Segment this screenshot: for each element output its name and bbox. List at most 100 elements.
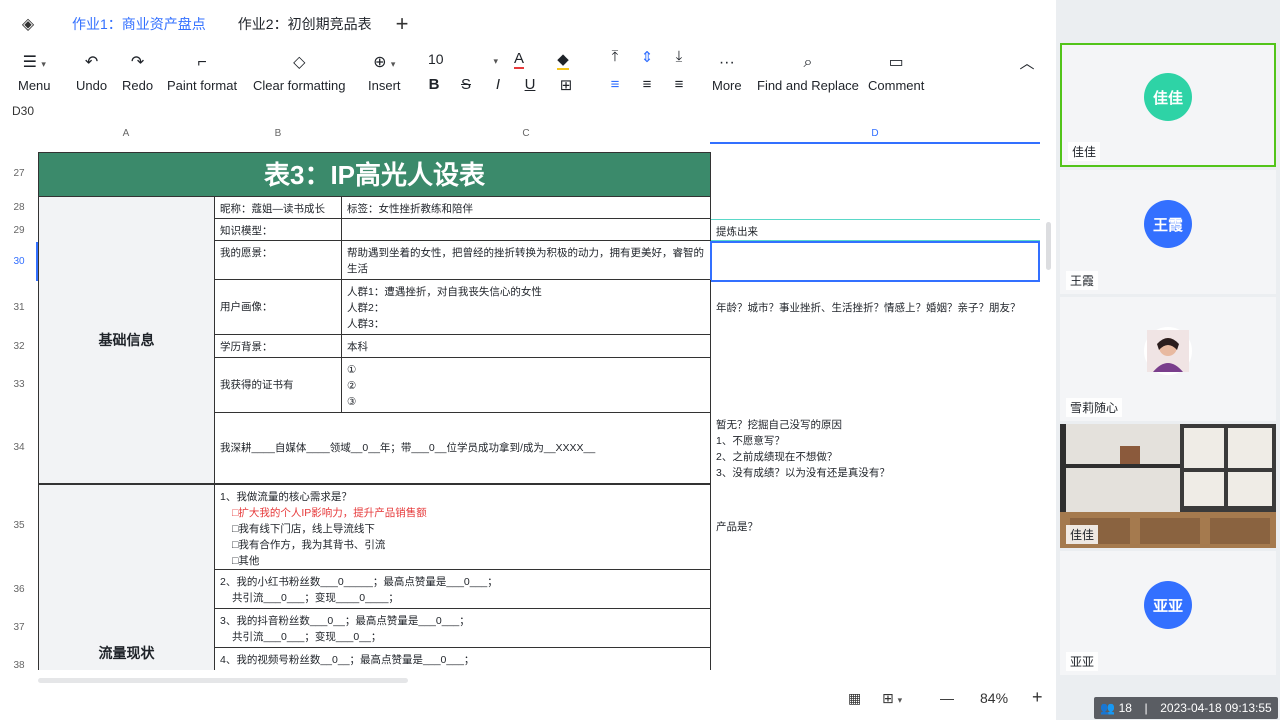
column-d-header[interactable]: D <box>710 128 1040 139</box>
participant-tile-video[interactable]: 佳佳 <box>1060 424 1276 548</box>
cell-knowledge-model-value[interactable] <box>342 219 711 241</box>
grid-view-icon[interactable]: ▦ <box>848 690 861 707</box>
tab-sheet-2[interactable]: 作业2：初创期竞品表 <box>222 0 388 48</box>
row-number[interactable]: 36 <box>0 584 38 595</box>
align-top-icon[interactable]: ⤒ <box>605 48 625 65</box>
undo-icon: ↶ <box>84 54 99 71</box>
cell-edu-label[interactable]: 学历背景： <box>215 335 342 358</box>
video-account-line-1: 4、我的视频号粉丝数__0__；最高点赞量是___0___； <box>220 654 475 666</box>
cell-reference[interactable]: D30 <box>12 104 34 118</box>
row-number[interactable]: 31 <box>0 302 38 313</box>
column-header: A B C D <box>0 126 1040 144</box>
row-number[interactable]: 33 <box>0 379 38 390</box>
add-sheet-icon[interactable]: + <box>388 11 417 37</box>
cell-deep-note[interactable]: 暂无？挖掘自己没写的原因 1、不愿意写？ 2、之前成绩现在不想做？ 3、没有成绩… <box>711 413 1040 484</box>
sheet-tab-bar: ◈ 作业1：商业资产盘点 作业2：初创期竞品表 + <box>0 0 1056 48</box>
align-center-icon[interactable]: ≡ <box>637 76 657 93</box>
cell-nickname[interactable]: 昵称：蔻姐—读书成长 <box>215 197 342 219</box>
redo-button[interactable]: ↷ Redo <box>122 52 153 93</box>
align-left-icon[interactable]: ≡ <box>605 76 625 93</box>
paint-format-button[interactable]: ⌐ Paint format <box>167 52 237 93</box>
font-size-select[interactable]: 10 ▾ <box>428 51 498 67</box>
persona-2: 人群2： <box>347 302 385 314</box>
cell-product-note[interactable]: 产品是？ <box>711 484 1040 570</box>
cell-refine-note[interactable]: 提炼出来 <box>711 219 1040 241</box>
participant-tile[interactable]: 佳佳 佳佳 <box>1060 43 1276 167</box>
more-icon: ··· <box>718 54 735 71</box>
find-replace-icon: ⌕ <box>803 54 813 71</box>
underline-icon[interactable]: U <box>520 76 540 93</box>
cell-douyin[interactable]: 3、我的抖音粉丝数___0__；最高点赞量是___0___； 共引流___0__… <box>215 609 711 648</box>
participants-icon[interactable]: 👥 18 <box>1100 701 1132 715</box>
vertical-scrollbar[interactable] <box>1046 222 1051 270</box>
participant-name: 佳佳 <box>1066 525 1099 544</box>
cell-cert-value[interactable]: ① ② ③ <box>342 358 711 413</box>
strikethrough-icon[interactable]: S <box>456 76 476 93</box>
cell-traffic-need[interactable]: 1、我做流量的核心需求是？ □扩大我的个人IP影响力，提升产品销售额 □我有线下… <box>215 484 711 570</box>
cell-persona-note[interactable]: 年龄？城市？事业挫折、生活挫折？情感上？婚姻？亲子？朋友？ <box>711 280 1040 335</box>
sheet-title[interactable]: 表3：IP高光人设表 <box>38 152 711 197</box>
row-number-active[interactable]: 30 <box>0 256 38 267</box>
zoom-level[interactable]: 84% <box>980 690 1008 706</box>
collapse-toolbar-icon[interactable]: ︿ <box>1017 52 1037 73</box>
option-1[interactable]: □扩大我的个人IP影响力，提升产品销售额 <box>220 505 705 521</box>
participant-tile[interactable]: 雪莉随心 <box>1060 297 1276 421</box>
cell-edu-value[interactable]: 本科 <box>342 335 711 358</box>
row-number[interactable]: 32 <box>0 341 38 352</box>
option-4[interactable]: □其他 <box>220 553 705 569</box>
participant-tile[interactable]: 亚亚 亚亚 <box>1060 551 1276 675</box>
zoom-out-icon[interactable]: — <box>940 690 954 706</box>
freeze-icon[interactable]: ⊞ ▾ <box>882 690 902 707</box>
selected-cell-d30[interactable] <box>710 241 1040 282</box>
find-replace-button[interactable]: ⌕ Find and Replace <box>757 52 859 93</box>
participant-tile[interactable]: 王霞 王霞 <box>1060 170 1276 294</box>
cell-knowledge-model[interactable]: 知识模型： <box>215 219 342 241</box>
tab-sheet-1[interactable]: 作业1：商业资产盘点 <box>56 0 222 48</box>
border-icon[interactable]: ⊞ <box>556 76 576 94</box>
column-c-header[interactable]: C <box>342 128 710 139</box>
cell-persona-label[interactable]: 用户画像： <box>215 280 342 335</box>
undo-button[interactable]: ↶ Undo <box>76 52 107 93</box>
layers-icon[interactable]: ◈ <box>0 14 56 34</box>
chevron-down-icon: ▾ <box>493 56 498 66</box>
cell-wish-value[interactable]: 帮助遇到坐着的女性，把曾经的挫折转换为积极的动力，拥有更美好，睿智的生活 <box>342 241 711 280</box>
fill-color-icon[interactable]: ◆ <box>553 50 573 70</box>
italic-icon[interactable]: I <box>488 76 508 93</box>
align-bottom-icon[interactable]: ⤓ <box>669 48 689 65</box>
horizontal-scrollbar[interactable] <box>38 678 408 683</box>
font-color-icon[interactable]: A <box>509 50 529 69</box>
insert-button[interactable]: ⊕ ▾ Insert <box>368 52 401 93</box>
cell-persona-value[interactable]: 人群1：遭遇挫折，对自我丧失信心的女性 人群2： 人群3： <box>342 280 711 335</box>
row-number[interactable]: 28 <box>0 202 38 213</box>
row-number[interactable]: 29 <box>0 225 38 236</box>
menu-button[interactable]: ☰ ▾ Menu <box>18 52 51 93</box>
cell-cert-label[interactable]: 我获得的证书有 <box>215 358 342 413</box>
xiaohongshu-line-2: 共引流___0___；变现____0____； <box>232 592 399 604</box>
participant-name: 亚亚 <box>1066 652 1099 671</box>
participant-count: 18 <box>1118 701 1132 715</box>
column-b-header[interactable]: B <box>214 128 342 139</box>
section-basic-info[interactable]: 基础信息 <box>38 197 215 484</box>
section-traffic[interactable]: 流量现状 <box>38 484 215 670</box>
row-number[interactable]: 38 <box>0 660 38 671</box>
cell-wish-label[interactable]: 我的愿景： <box>215 241 342 280</box>
cell-deep-text[interactable]: 我深耕____自媒体____领域__0__年；带___0__位学员成功拿到/成为… <box>215 413 711 484</box>
cell-xiaohongshu[interactable]: 2、我的小红书粉丝数___0_____；最高点赞量是___0___； 共引流__… <box>215 570 711 609</box>
option-3[interactable]: □我有合作方，我为其背书、引流 <box>220 537 705 553</box>
row-number[interactable]: 34 <box>0 442 38 453</box>
align-middle-icon[interactable]: ⇕ <box>637 48 657 66</box>
comment-button[interactable]: ▭ Comment <box>868 52 924 93</box>
cell-video-account[interactable]: 4、我的视频号粉丝数__0__；最高点赞量是___0___； <box>215 648 711 670</box>
row-number[interactable]: 27 <box>0 168 38 179</box>
row-number[interactable]: 37 <box>0 622 38 633</box>
zoom-in-icon[interactable]: + <box>1032 687 1043 708</box>
bold-icon[interactable]: B <box>424 76 444 93</box>
row-number[interactable]: 35 <box>0 520 38 531</box>
more-button[interactable]: ··· More <box>712 52 742 93</box>
column-a-header[interactable]: A <box>38 128 214 139</box>
clear-formatting-button[interactable]: ◇ Clear formatting <box>253 52 345 93</box>
align-right-icon[interactable]: ≡ <box>669 76 689 93</box>
option-2[interactable]: □我有线下门店，线上导流线下 <box>220 521 705 537</box>
column-d-indicator <box>710 142 1040 144</box>
cell-tag[interactable]: 标签：女性挫折教练和陪伴 <box>342 197 711 219</box>
